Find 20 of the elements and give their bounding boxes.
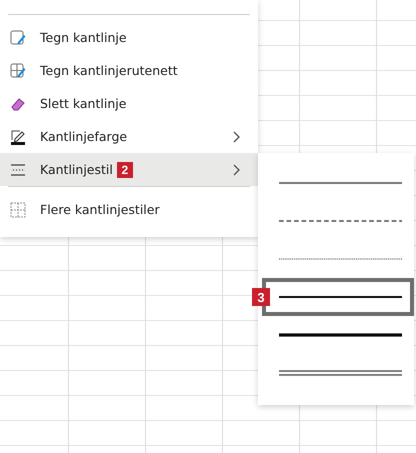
menu-item[interactable]: Kantlinjefarge [0,120,258,153]
pen-color-icon [10,128,26,144]
menu-item-label: Tegn kantlinje [40,30,128,45]
table-icon [10,202,26,218]
callout-badge: 2 [116,162,133,178]
menu-item-label: Flere kantlinjestiler [40,202,161,217]
menu-item-label: Kantlinjefarge [40,129,128,144]
callout-badge: 3 [252,288,270,306]
menu-item[interactable]: Tegn kantlinjerutenett [0,54,258,87]
menu-item-label: Tegn kantlinjerutenett [40,63,179,78]
menu-item[interactable]: Slett kantlinje [0,87,258,120]
menu-item[interactable]: Flere kantlinjestiler [0,193,258,226]
menu-item-label: Slett kantlinje [40,96,128,111]
menu-item[interactable]: Kantlinjestil 2 [0,153,258,186]
pencil-grid-icon [10,62,26,78]
menu-item[interactable]: Tegn kantlinje [0,21,258,54]
menu-item-label: Kantlinjestil 2 [40,162,219,178]
eraser-icon [10,96,26,112]
pencil-border-icon [10,30,26,46]
line-style-icon [10,162,26,178]
